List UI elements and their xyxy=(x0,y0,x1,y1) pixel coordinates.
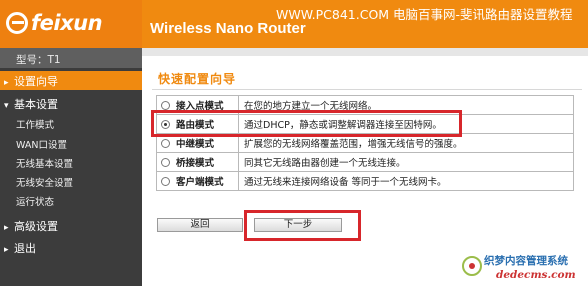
brand-logo: feixun xyxy=(0,0,142,48)
sidebar-item-basic-settings[interactable]: ▾ 基本设置 xyxy=(0,94,142,113)
header-bar: feixun Wireless Nano Router WWW.PC841.CO… xyxy=(0,0,588,48)
brand-name: feixun xyxy=(31,11,103,35)
mode-option-repeater[interactable]: 中继模式 xyxy=(156,133,239,153)
sidebar-item-advanced-settings[interactable]: ▸ 高级设置 xyxy=(0,216,142,235)
mode-option-bridge[interactable]: 桥接模式 xyxy=(156,152,239,172)
chevron-right-icon: ▸ xyxy=(4,223,9,233)
sidebar-item-wireless-basic[interactable]: 无线基本设置 xyxy=(0,153,142,171)
divider xyxy=(152,89,582,90)
mode-label: 中继模式 xyxy=(176,139,215,150)
sidebar-item-label: 高级设置 xyxy=(14,220,58,233)
radio-button[interactable] xyxy=(161,158,170,167)
chevron-right-icon: ▸ xyxy=(4,245,9,255)
mode-table: 接入点模式 在您的地方建立一个无线网络。 路由模式 通过DHCP，静态或调整解调… xyxy=(156,95,574,191)
sidebar-item-setup-wizard[interactable]: ▸ 设置向导 xyxy=(0,71,142,90)
sidebar-item-wireless-security[interactable]: 无线安全设置 xyxy=(0,172,142,190)
sidebar-item-label: 基本设置 xyxy=(14,98,58,111)
table-row: 桥接模式 同其它无线路由器创建一个无线连接。 xyxy=(156,152,574,172)
radio-button[interactable] xyxy=(161,139,170,148)
site-watermark: WWW.PC841.COM 电脑百事网-斐讯路由器设置教程 xyxy=(276,7,573,22)
mode-label: 客户端模式 xyxy=(176,177,224,188)
chevron-right-icon: ▸ xyxy=(4,78,9,88)
sidebar-item-label: 设置向导 xyxy=(14,75,58,88)
mode-label: 接入点模式 xyxy=(176,101,224,112)
mode-description: 通过DHCP，静态或调整解调器连接至因特网。 xyxy=(238,114,574,134)
mode-description: 通过无线来连接网络设备 等同于一个无线网卡。 xyxy=(238,171,574,191)
table-row: 接入点模式 在您的地方建立一个无线网络。 xyxy=(156,95,574,115)
content-top-strip xyxy=(142,48,588,56)
mode-option-access-point[interactable]: 接入点模式 xyxy=(156,95,239,115)
radio-button[interactable] xyxy=(161,101,170,110)
page-title: 快速配置向导 xyxy=(158,72,237,86)
sidebar-item-run-status[interactable]: 运行状态 xyxy=(0,191,142,209)
table-row: 客户端模式 通过无线来连接网络设备 等同于一个无线网卡。 xyxy=(156,171,574,191)
table-row: 中继模式 扩展您的无线网络覆盖范围，增强无线信号的强度。 xyxy=(156,133,574,153)
mode-option-router[interactable]: 路由模式 xyxy=(156,114,239,134)
table-row: 路由模式 通过DHCP，静态或调整解调器连接至因特网。 xyxy=(156,114,574,134)
mode-description: 扩展您的无线网络覆盖范围，增强无线信号的强度。 xyxy=(238,133,574,153)
mode-label: 桥接模式 xyxy=(176,158,215,169)
sidebar-item-work-mode[interactable]: 工作模式 xyxy=(0,114,142,132)
mode-label: 路由模式 xyxy=(176,120,215,131)
mode-description: 同其它无线路由器创建一个无线连接。 xyxy=(238,152,574,172)
back-button[interactable]: 返回 xyxy=(157,218,243,232)
sidebar-item-logout[interactable]: ▸ 退出 xyxy=(0,238,142,257)
next-button[interactable]: 下一步 xyxy=(254,218,342,232)
radio-button[interactable] xyxy=(161,177,170,186)
dedecms-watermark: 织梦内容管理系统 dedecms.com xyxy=(462,248,586,284)
model-label: 型号：T1 xyxy=(0,48,142,68)
mode-description: 在您的地方建立一个无线网络。 xyxy=(238,95,574,115)
sidebar: ▸ 设置向导 ▾ 基本设置 工作模式 WAN口设置 无线基本设置 无线安全设置 运行… xyxy=(0,68,142,286)
sidebar-item-label: 退出 xyxy=(14,242,36,255)
mode-option-client[interactable]: 客户端模式 xyxy=(156,171,239,191)
chevron-down-icon: ▾ xyxy=(4,101,9,111)
radio-button-selected[interactable] xyxy=(161,120,170,129)
watermark-line2: dedecms.com xyxy=(496,269,576,281)
watermark-line1: 织梦内容管理系统 xyxy=(484,255,568,267)
sidebar-item-wan-settings[interactable]: WAN口设置 xyxy=(0,134,142,152)
dedecms-logo-icon xyxy=(462,256,482,276)
feixun-logo-icon xyxy=(6,12,28,34)
